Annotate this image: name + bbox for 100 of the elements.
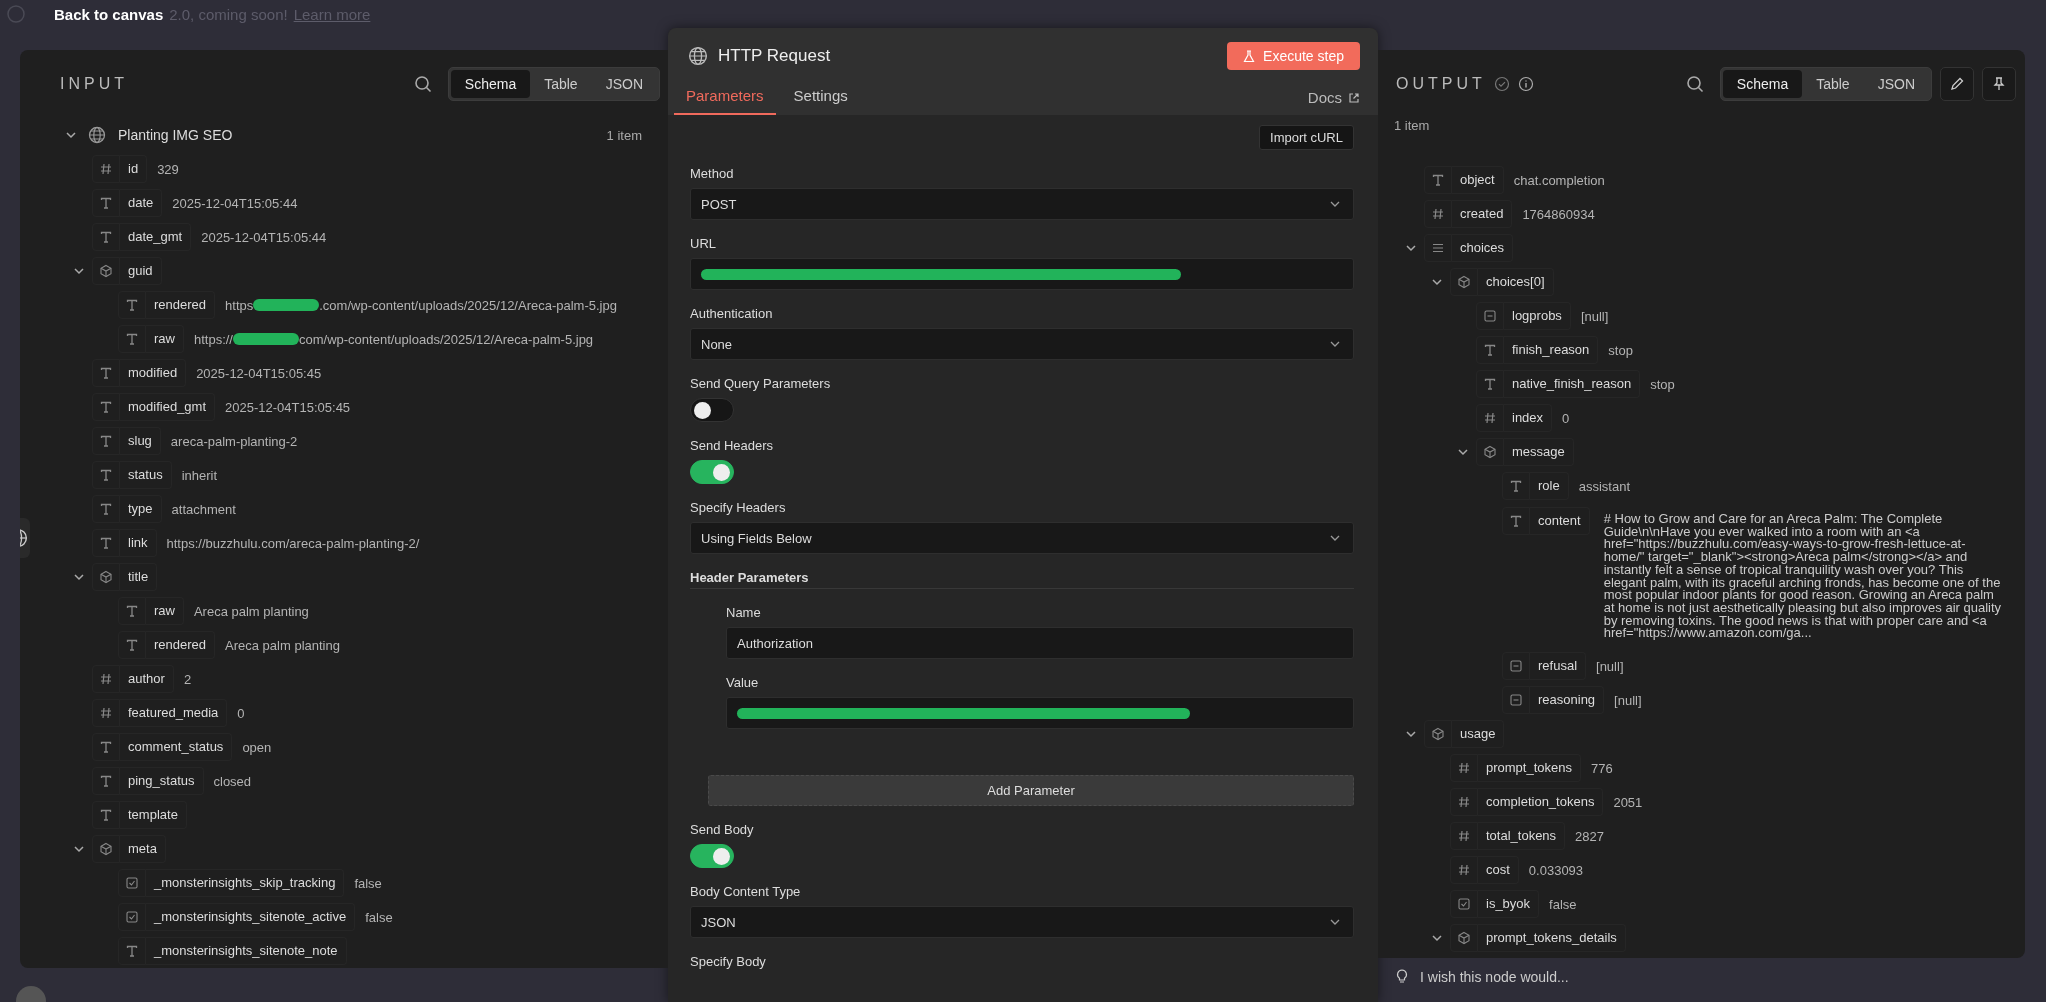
- field-key: date: [120, 189, 163, 217]
- field-label: URL: [690, 236, 716, 252]
- tab[interactable]: Settings: [781, 87, 860, 115]
- field-value: chat.completion: [1513, 172, 1605, 188]
- toggle-switch[interactable]: [690, 460, 734, 484]
- pin-icon: [1991, 76, 2007, 92]
- flask-icon: [1243, 49, 1256, 63]
- hash-icon: [1450, 754, 1478, 783]
- field-key: index: [1504, 404, 1553, 432]
- hash-icon: [92, 155, 120, 183]
- chevron-icon[interactable]: [73, 843, 85, 855]
- field-value: 329: [157, 161, 179, 177]
- null-icon: [1476, 302, 1504, 330]
- back-link[interactable]: Back to canvas: [54, 5, 164, 23]
- checkbox-icon: [118, 869, 146, 897]
- view-tab[interactable]: Schema: [450, 70, 531, 98]
- field-value: 2025-12-04T15:05:45: [196, 365, 322, 381]
- field-value: assistant: [1578, 478, 1630, 494]
- dropdown-field[interactable]: None: [690, 328, 1354, 360]
- chevron-icon[interactable]: [73, 571, 85, 583]
- chevron-icon[interactable]: [1405, 242, 1417, 254]
- cube-icon: [1450, 268, 1478, 296]
- view-tab[interactable]: Table: [530, 70, 592, 98]
- text-type-icon: [92, 801, 120, 829]
- pencil-icon: [1949, 76, 1965, 92]
- field-key: message: [1504, 438, 1574, 466]
- import-curl-button[interactable]: Import cURL: [1259, 125, 1354, 150]
- chevron-icon[interactable]: [73, 265, 85, 277]
- input-field[interactable]: [690, 258, 1354, 290]
- docs-link[interactable]: Docs: [1307, 89, 1360, 115]
- field-value: attachment: [171, 501, 236, 517]
- list-icon: [1424, 234, 1452, 262]
- text-type-icon: [118, 325, 146, 353]
- field-value: false: [354, 875, 382, 891]
- toggle-switch[interactable]: [690, 844, 734, 868]
- field-key: comment_status: [120, 733, 233, 761]
- text-type-icon: [118, 597, 146, 625]
- edit-button[interactable]: [1940, 67, 1974, 101]
- text-type-icon: [92, 767, 120, 795]
- external-link-icon: [1348, 91, 1360, 104]
- chevron-icon[interactable]: [65, 129, 77, 141]
- view-tab[interactable]: JSON: [591, 70, 657, 98]
- field-key: completion_tokens: [1478, 788, 1604, 817]
- feedback-field[interactable]: I wish this node would...: [1418, 968, 1822, 986]
- view-tab[interactable]: Schema: [1722, 70, 1803, 98]
- cube-icon: [1424, 720, 1452, 749]
- field-label: Authentication: [690, 306, 773, 322]
- field-value: https://: [193, 331, 233, 347]
- toggle-switch[interactable]: [690, 398, 734, 422]
- field-key: featured_media: [120, 699, 228, 727]
- chevron-icon[interactable]: [1431, 276, 1443, 288]
- text-type-icon: [92, 393, 120, 421]
- input-field[interactable]: Authorization: [726, 627, 1354, 659]
- chevron-icon[interactable]: [1457, 446, 1469, 458]
- field-key: logprobs: [1504, 302, 1571, 330]
- add-parameter-button[interactable]: Add Parameter: [708, 775, 1354, 806]
- field-value: Areca palm planting: [225, 637, 340, 653]
- field-value: 2051: [1613, 794, 1643, 810]
- text-type-icon: [92, 223, 120, 251]
- check-circle-icon: [1493, 76, 1510, 92]
- field-value: 0: [1562, 410, 1570, 426]
- field-value: 2025-12-04T15:05:45: [225, 399, 351, 415]
- search-icon[interactable]: [1685, 75, 1704, 93]
- field-key: modified_gmt: [120, 393, 216, 421]
- field-key: template: [120, 801, 187, 829]
- field-label: Specify Body: [690, 954, 766, 970]
- panel-title: OUTPUT: [1396, 75, 1486, 93]
- hash-icon: [1450, 822, 1478, 851]
- text-type-icon: [1502, 507, 1530, 535]
- field-key: native_finish_reason: [1504, 370, 1641, 398]
- dropdown-field[interactable]: JSON: [690, 906, 1354, 938]
- input-field[interactable]: [726, 697, 1354, 729]
- checkbox-icon: [118, 903, 146, 931]
- cube-icon: [92, 257, 120, 285]
- text-type-icon: [92, 461, 120, 489]
- field-label: Method: [690, 166, 734, 182]
- text-type-icon: [92, 359, 120, 387]
- item-count: 1 item: [1393, 118, 1431, 135]
- hash-icon: [1424, 200, 1452, 228]
- field-key: refusal: [1530, 652, 1587, 681]
- field-key: status: [120, 461, 172, 489]
- field-key: choices: [1452, 234, 1514, 262]
- info-icon[interactable]: [1517, 76, 1534, 92]
- field-value: [null]: [1614, 692, 1642, 708]
- hash-icon: [1450, 788, 1478, 817]
- dropdown-field[interactable]: POST: [690, 188, 1354, 220]
- field-label: Send Headers: [690, 438, 774, 454]
- dropdown-field[interactable]: Using Fields Below: [690, 522, 1354, 554]
- view-tab[interactable]: JSON: [1863, 70, 1929, 98]
- field-key: usage: [1452, 720, 1505, 749]
- text-type-icon: [92, 529, 120, 557]
- view-tab[interactable]: Table: [1802, 70, 1864, 98]
- field-key: created: [1452, 200, 1513, 228]
- text-type-icon: [1424, 166, 1452, 194]
- tab[interactable]: Parameters: [674, 87, 776, 115]
- pin-button[interactable]: [1982, 67, 2016, 101]
- field-value: open: [242, 739, 272, 755]
- field-key: finish_reason: [1504, 336, 1599, 364]
- text-type-icon: [118, 937, 146, 965]
- search-icon[interactable]: [413, 75, 432, 93]
